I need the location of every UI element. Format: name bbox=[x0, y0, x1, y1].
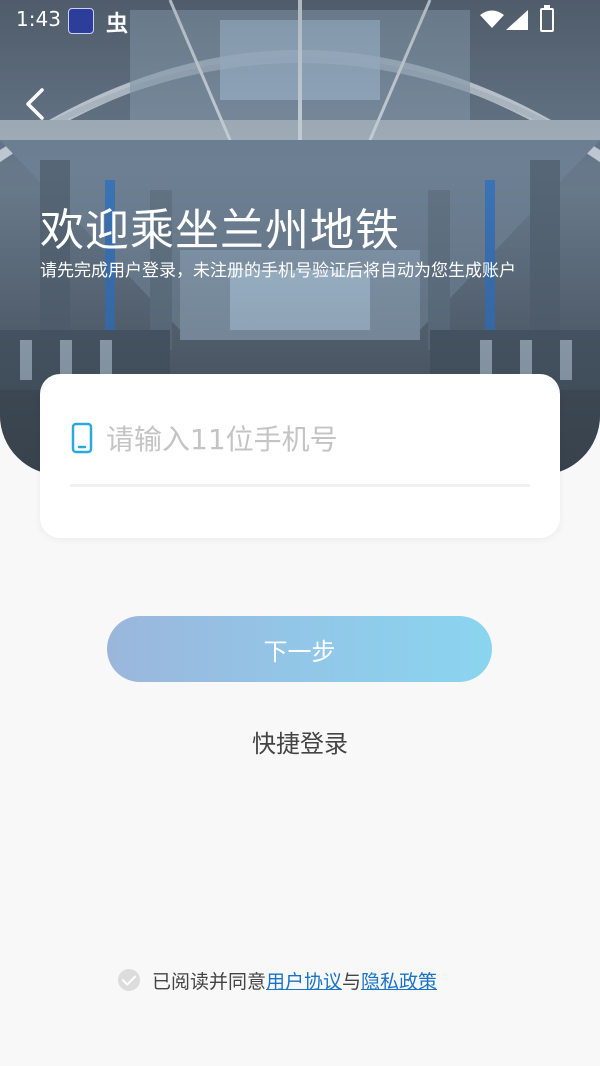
agreement-checkbox[interactable] bbox=[118, 969, 140, 991]
back-button[interactable] bbox=[20, 86, 56, 122]
notification-bug-icon: 虫 bbox=[106, 12, 129, 37]
page-title: 欢迎乘坐兰州地铁 bbox=[40, 205, 400, 256]
mobile-phone-icon bbox=[71, 422, 93, 454]
page-subtitle: 请先完成用户登录，未注册的手机号验证后将自动为您生成账户 bbox=[40, 261, 516, 281]
signal-icon bbox=[506, 10, 528, 30]
agreement-joiner: 与 bbox=[342, 970, 362, 993]
chevron-left-icon bbox=[26, 88, 44, 120]
agreement-row: 已阅读并同意 用户协议 与 隐私政策 bbox=[118, 966, 437, 994]
battery-icon bbox=[540, 5, 554, 32]
wifi-icon bbox=[480, 10, 504, 28]
agreement-prefix: 已阅读并同意 bbox=[152, 970, 267, 993]
status-bar: 1:43 虫 bbox=[0, 0, 600, 40]
user-agreement-link[interactable]: 用户协议 bbox=[266, 967, 342, 994]
phone-number-input[interactable] bbox=[104, 418, 528, 460]
input-divider bbox=[70, 484, 530, 487]
phone-input-card bbox=[40, 374, 560, 538]
quick-login-link[interactable]: 快捷登录 bbox=[0, 724, 600, 759]
privacy-policy-link[interactable]: 隐私政策 bbox=[361, 967, 437, 994]
notification-app-icon bbox=[68, 8, 94, 34]
status-time: 1:43 bbox=[16, 7, 61, 31]
next-step-button[interactable]: 下一步 bbox=[107, 616, 492, 682]
